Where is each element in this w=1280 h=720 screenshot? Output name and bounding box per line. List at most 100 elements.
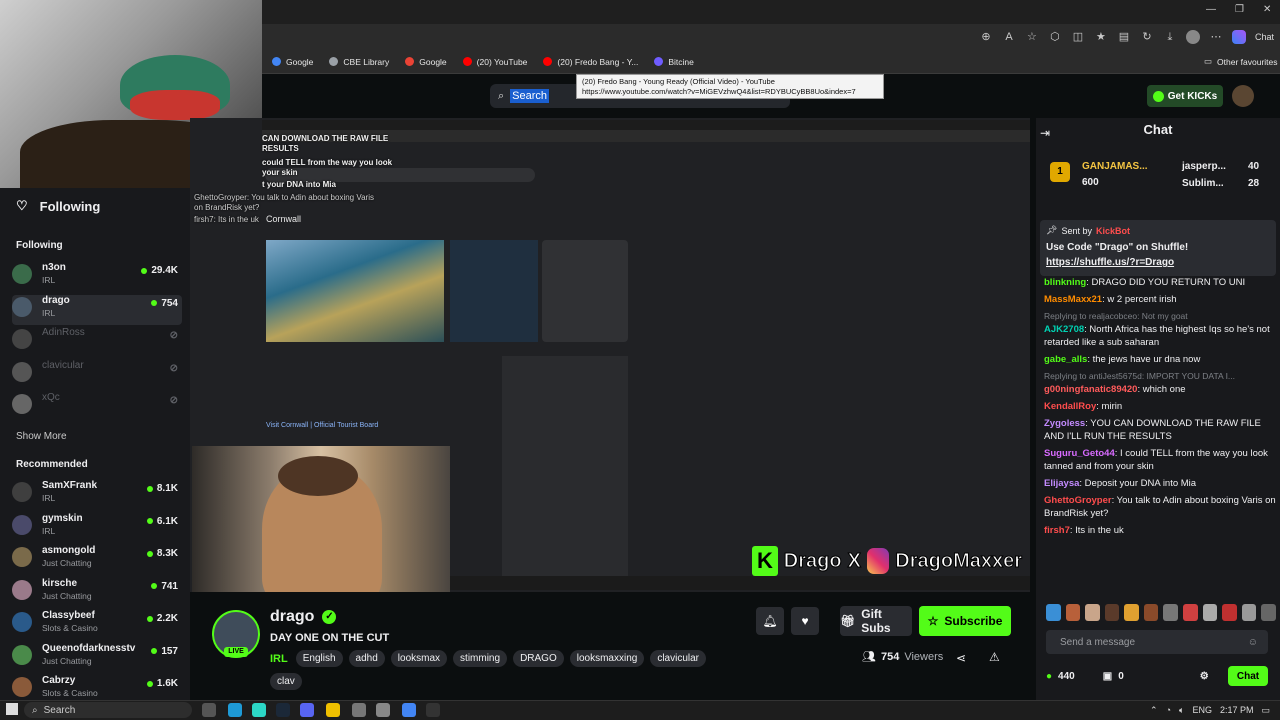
sidebar-channel-asmongold[interactable]: asmongold Just Chatting 8.3K xyxy=(12,545,182,575)
sidebar-channel-adinross[interactable]: AdinRoss ⊘ xyxy=(12,327,182,357)
chat-send-button[interactable]: Chat xyxy=(1228,666,1268,686)
app-icon[interactable] xyxy=(352,703,366,717)
bookmark-item[interactable]: Google xyxy=(266,55,319,69)
notification-bell-button[interactable]: 🔔︎ xyxy=(756,607,784,635)
leaderboard-name[interactable]: jasperp... xyxy=(1182,160,1226,174)
sidebar-channel-classybeef[interactable]: Classybeef Slots & Casino 2.2K xyxy=(12,610,182,640)
chat-message[interactable]: GhettoGroyper: You talk to Adin about bo… xyxy=(1044,494,1276,520)
wifi-icon[interactable]: ◔ xyxy=(1166,705,1171,715)
emote-icon[interactable] xyxy=(1085,604,1100,621)
zoom-icon[interactable]: ⊕ xyxy=(979,30,993,44)
chat-message[interactable]: Elijaysa: Deposit your DNA into Mia xyxy=(1044,477,1276,490)
share-icon[interactable]: ⋖ xyxy=(956,651,966,665)
app-icon[interactable] xyxy=(376,703,390,717)
chat-username[interactable]: GhettoGroyper xyxy=(1044,495,1112,506)
sidebar-channel-n3on[interactable]: n3on IRL 29.4K xyxy=(12,262,182,292)
steam-icon[interactable] xyxy=(276,703,290,717)
emote-icon[interactable] xyxy=(1202,604,1218,621)
leaderboard-name[interactable]: GANJAMAS... xyxy=(1082,160,1148,174)
chat-message[interactable]: gabe_alls: the jews have ur dna now xyxy=(1044,353,1276,366)
taskbar-search[interactable]: ⌕ Search xyxy=(24,702,192,718)
emote-icon[interactable] xyxy=(1163,604,1179,621)
emote-icon[interactable] xyxy=(1261,604,1276,621)
other-favourites[interactable]: ▭ Other favourites xyxy=(1198,54,1280,69)
sidebar-channel-clavicular[interactable]: clavicular ⊘ xyxy=(12,360,182,390)
tag[interactable]: DRAGO xyxy=(513,650,564,667)
gift-subs-button[interactable]: 🎁︎ Gift Subs xyxy=(840,606,912,636)
app-icon[interactable] xyxy=(252,703,266,717)
sidebar-channel-drago[interactable]: drago IRL 754 xyxy=(12,294,182,325)
subscribe-button[interactable]: ☆ Subscribe xyxy=(919,606,1011,636)
notification-icon[interactable]: ▭ xyxy=(1261,705,1270,716)
bookmark-item[interactable]: Google xyxy=(399,55,452,69)
bookmark-item[interactable]: CBE Library xyxy=(323,55,395,69)
sidebar-channel-xqc[interactable]: xQc ⊘ xyxy=(12,392,182,422)
emote-icon[interactable] xyxy=(1143,604,1159,621)
pinned-url[interactable]: https://shuffle.us/?r=Drago xyxy=(1046,255,1270,270)
emote-icon[interactable] xyxy=(1065,604,1081,621)
edge-icon[interactable] xyxy=(228,703,242,717)
volume-icon[interactable]: 🔈︎ xyxy=(1179,705,1184,716)
history-icon[interactable]: ↻ xyxy=(1140,30,1154,44)
follow-button[interactable]: ♥ xyxy=(791,607,819,635)
sidebar-channel-kirsche[interactable]: kirsche Just Chatting 741 xyxy=(12,578,182,608)
user-avatar[interactable] xyxy=(1232,85,1254,107)
chat-username[interactable]: g00ningfanatic89420 xyxy=(1044,384,1137,395)
tag[interactable]: adhd xyxy=(348,650,385,667)
windows-start-icon[interactable] xyxy=(6,703,18,715)
chat-username[interactable]: Elijaysa xyxy=(1044,478,1079,489)
close-icon[interactable]: ✕ xyxy=(1263,4,1271,15)
leaderboard-name[interactable]: Sublim... xyxy=(1182,177,1224,191)
clock[interactable]: 2:17 PM xyxy=(1220,705,1254,715)
profile-icon[interactable] xyxy=(1185,30,1200,44)
obs-icon[interactable] xyxy=(426,703,440,717)
emoji-icon[interactable]: ☺ xyxy=(1248,637,1258,648)
read-aloud-icon[interactable]: A xyxy=(1002,30,1016,44)
emote-icon[interactable] xyxy=(1241,604,1257,621)
tag[interactable]: clavicular xyxy=(650,650,707,667)
minimize-icon[interactable]: — xyxy=(1206,4,1216,15)
sidebar-channel-gymskin[interactable]: gymskin IRL 6.1K xyxy=(12,513,182,543)
chat-message[interactable]: Replying to realjacobceo: Not my goat AJK… xyxy=(1044,310,1276,349)
heart-icon[interactable]: ♡ xyxy=(16,198,28,214)
chat-message[interactable]: KendallRoy: mirin xyxy=(1044,400,1276,413)
chat-message[interactable]: firsh7: Its in the uk xyxy=(1044,524,1276,537)
settings-gear-icon[interactable]: ⚙ xyxy=(1200,671,1209,682)
collections-icon[interactable]: ▤ xyxy=(1117,30,1131,44)
discord-icon[interactable] xyxy=(300,703,314,717)
language-indicator[interactable]: ENG xyxy=(1192,705,1212,715)
chat-message[interactable]: Suguru_Geto44: I could TELL from the way… xyxy=(1044,447,1276,473)
chrome-icon[interactable] xyxy=(402,703,416,717)
favorite-star-icon[interactable]: ☆ xyxy=(1025,30,1039,44)
chat-username[interactable]: blinkning xyxy=(1044,277,1086,288)
tag[interactable]: English xyxy=(295,650,343,667)
chat-username[interactable]: gabe_alls xyxy=(1044,354,1087,365)
extension-icon[interactable]: ⬡ xyxy=(1048,30,1062,44)
favorites-icon[interactable]: ★ xyxy=(1094,30,1108,44)
chat-message[interactable]: Zygoless: YOU CAN DOWNLOAD THE RAW FILE … xyxy=(1044,417,1276,443)
chat-username[interactable]: AJK2708 xyxy=(1044,324,1084,335)
bookmark-item[interactable]: (20) YouTube xyxy=(457,55,534,69)
chat-username[interactable]: MassMaxx21 xyxy=(1044,294,1102,305)
downloads-icon[interactable]: ⤓ xyxy=(1163,30,1177,44)
report-icon[interactable]: ⚠ xyxy=(989,650,1000,664)
tag[interactable]: looksmaxxing xyxy=(569,650,645,667)
more-menu-icon[interactable]: ⋯ xyxy=(1209,30,1223,44)
emote-icon[interactable] xyxy=(1183,604,1198,621)
chat-username[interactable]: Suguru_Geto44 xyxy=(1044,448,1115,459)
get-kicks-button[interactable]: Get KICKs xyxy=(1147,85,1223,107)
bookmark-item[interactable]: (20) Fredo Bang - Y... xyxy=(537,55,644,69)
bookmark-item[interactable]: Bitcine xyxy=(648,55,700,69)
emote-icon[interactable] xyxy=(1046,604,1061,621)
chat-input[interactable]: Send a message ☺ xyxy=(1046,630,1268,654)
tag[interactable]: stimming xyxy=(453,650,508,667)
category-link[interactable]: IRL xyxy=(270,653,288,665)
tray-chevron-icon[interactable]: ⌃ xyxy=(1150,705,1158,716)
maximize-icon[interactable]: ❐ xyxy=(1235,4,1244,15)
gift-box-icon[interactable]: ▣ xyxy=(1103,671,1112,682)
sidebar-channel-queenofdarknesstv[interactable]: Queenofdarknesstv Just Chatting 157 xyxy=(12,643,182,673)
emote-icon[interactable] xyxy=(1104,604,1120,621)
chat-username[interactable]: Zygoless xyxy=(1044,418,1085,429)
copilot-chat-label[interactable]: Chat xyxy=(1255,32,1274,42)
channel-name[interactable]: drago xyxy=(270,608,314,626)
